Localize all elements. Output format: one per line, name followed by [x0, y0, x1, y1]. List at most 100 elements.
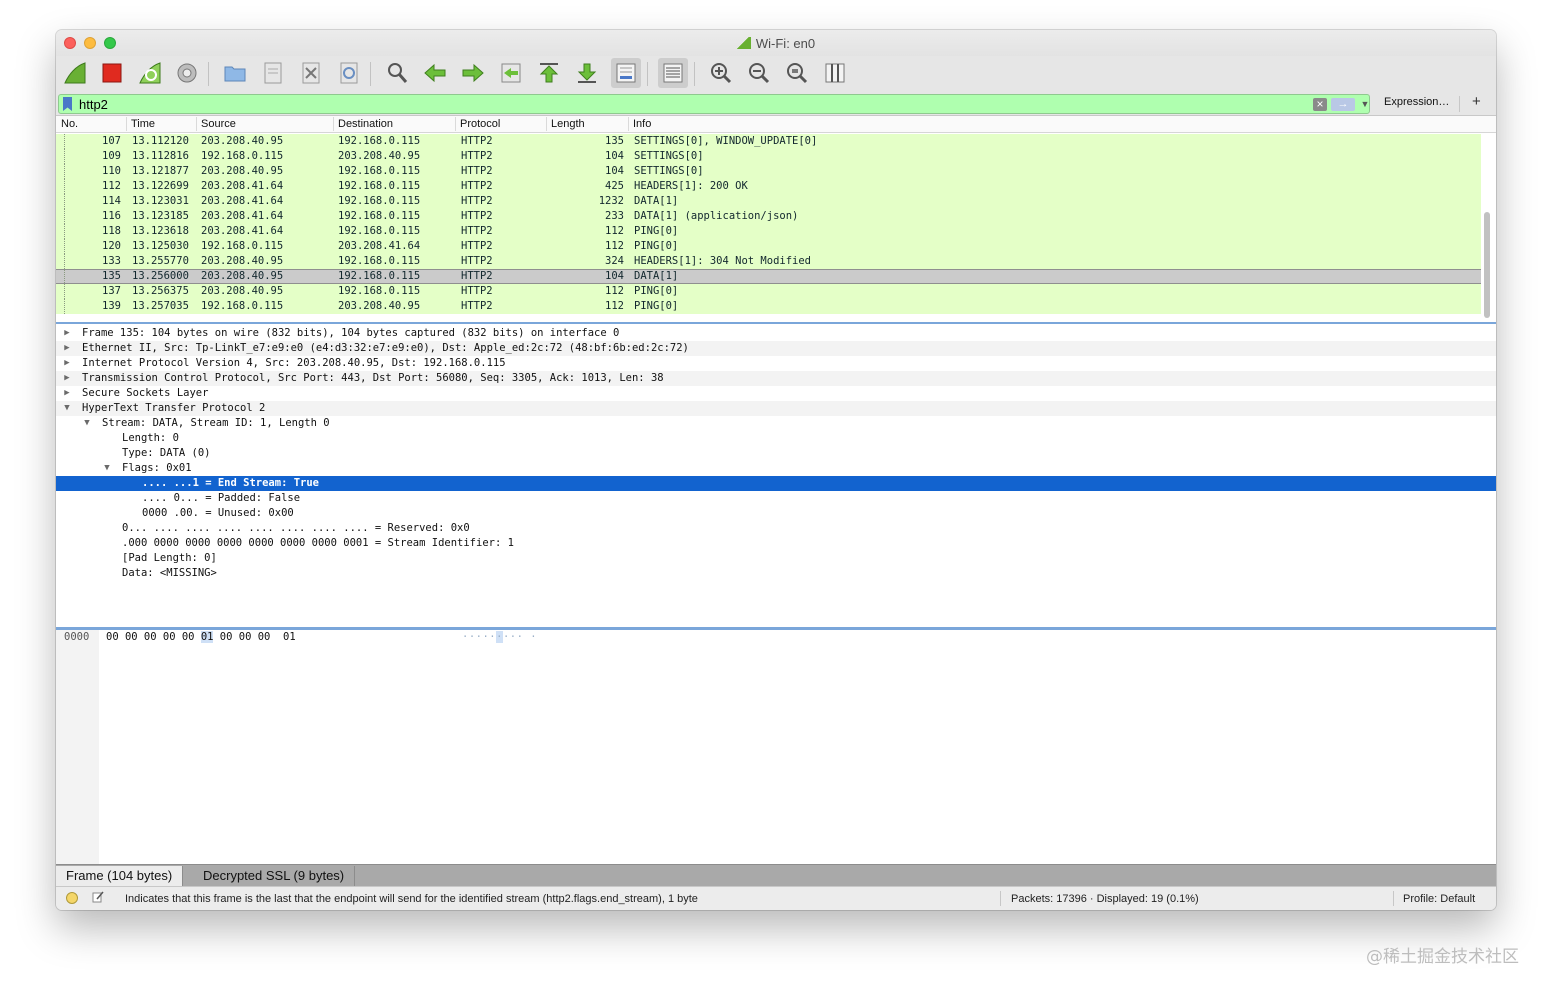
column-divider[interactable]: [126, 117, 127, 131]
tree-item-label: HyperText Transfer Protocol 2: [82, 402, 266, 414]
open-file-button[interactable]: [220, 58, 250, 88]
tree-item-unused[interactable]: 0000 .00. = Unused: 0x00: [56, 506, 1496, 521]
stop-capture-button[interactable]: [97, 58, 127, 88]
tree-item-pad-length[interactable]: [Pad Length: 0]: [56, 551, 1496, 566]
packet-row[interactable]: 109 13.112816 192.168.0.115 203.208.40.95 HT…: [56, 149, 1481, 164]
close-file-button[interactable]: [296, 58, 326, 88]
packet-cell-len: 425: [605, 180, 624, 192]
packet-list-scrollbar[interactable]: [1484, 212, 1490, 318]
tree-item-tcp[interactable]: ▶ Transmission Control Protocol, Src Port…: [56, 371, 1496, 386]
arrow-left-icon: [424, 63, 446, 83]
auto-scroll-button[interactable]: [611, 58, 641, 88]
tree-item-stream-identifier[interactable]: .000 0000 0000 0000 0000 0000 0000 0001 …: [56, 536, 1496, 551]
edit-comment-icon[interactable]: [92, 891, 104, 903]
expand-arrow-icon[interactable]: ▶: [61, 371, 73, 386]
go-to-packet-button[interactable]: [496, 58, 526, 88]
tree-item-frame[interactable]: ▶ Frame 135: 104 bytes on wire (832 bits)…: [56, 326, 1496, 341]
zoom-out-button[interactable]: [744, 58, 774, 88]
first-packet-button[interactable]: [534, 58, 564, 88]
hex-selected-byte: 01: [200, 631, 214, 643]
expert-info-icon[interactable]: [66, 892, 78, 904]
packet-row[interactable]: 112 13.122699 203.208.41.64 192.168.0.115 HT…: [56, 179, 1481, 194]
tree-item-reserved[interactable]: 0... .... .... .... .... .... .... .... …: [56, 521, 1496, 536]
display-filter-input[interactable]: [79, 96, 1279, 112]
collapse-arrow-icon[interactable]: ▼: [61, 401, 73, 416]
packet-cell-dst: 192.168.0.115: [338, 180, 421, 192]
tree-item-ip[interactable]: ▶ Internet Protocol Version 4, Src: 203.2…: [56, 356, 1496, 371]
packet-row[interactable]: 133 13.255770 203.208.40.95 192.168.0.115 HT…: [56, 254, 1481, 269]
column-header-destination[interactable]: Destination: [338, 118, 393, 130]
column-header-time[interactable]: Time: [131, 118, 155, 130]
tree-item-data[interactable]: Data: <MISSING>: [56, 566, 1496, 581]
go-back-button[interactable]: [420, 58, 450, 88]
conversation-line: [64, 284, 65, 299]
collapse-arrow-icon[interactable]: ▼: [101, 461, 113, 476]
packet-row[interactable]: 107 13.112120 203.208.40.95 192.168.0.115 HT…: [56, 134, 1481, 149]
column-header-length[interactable]: Length: [551, 118, 585, 130]
colorize-button[interactable]: [658, 58, 688, 88]
expand-arrow-icon[interactable]: ▶: [61, 386, 73, 401]
last-packet-button[interactable]: [572, 58, 602, 88]
column-divider[interactable]: [546, 117, 547, 131]
tree-item-length[interactable]: Length: 0: [56, 431, 1496, 446]
tree-item-padded[interactable]: .... 0... = Padded: False: [56, 491, 1496, 506]
packet-row[interactable]: 135 13.256000 203.208.40.95 192.168.0.115 HT…: [56, 269, 1481, 285]
apply-filter-icon[interactable]: →: [1331, 98, 1355, 111]
bookmark-icon[interactable]: [63, 97, 72, 111]
add-filter-button[interactable]: +: [1472, 93, 1481, 110]
expression-button[interactable]: Expression…: [1384, 96, 1449, 108]
packet-cell-no: 114: [102, 195, 121, 207]
hex-dump[interactable]: 00 00 00 00 00 01 00 00 00 01: [106, 630, 296, 644]
packet-row[interactable]: 118 13.123618 203.208.41.64 192.168.0.115 HT…: [56, 224, 1481, 239]
tree-item-http2[interactable]: ▼ HyperText Transfer Protocol 2: [56, 401, 1496, 416]
column-divider[interactable]: [628, 117, 629, 131]
tab-decrypted-ssl[interactable]: Decrypted SSL (9 bytes): [193, 866, 356, 886]
tree-item-ethernet[interactable]: ▶ Ethernet II, Src: Tp-LinkT_e7:e9:e0 (e4…: [56, 341, 1496, 356]
chevron-down-icon[interactable]: ▼: [1359, 96, 1371, 112]
start-capture-button[interactable]: [60, 58, 90, 88]
toolbar-separator: [370, 62, 371, 86]
packet-row[interactable]: 120 13.125030 192.168.0.115 203.208.41.64 HT…: [56, 239, 1481, 254]
stop-icon: [102, 63, 122, 83]
reload-file-button[interactable]: [334, 58, 364, 88]
tree-item-end-stream[interactable]: .... ...1 = End Stream: True: [56, 476, 1496, 491]
column-divider[interactable]: [196, 117, 197, 131]
packet-row[interactable]: 110 13.121877 203.208.40.95 192.168.0.115 HT…: [56, 164, 1481, 179]
normal-size-button[interactable]: [782, 58, 812, 88]
packet-cell-no: 135: [102, 270, 121, 282]
expand-arrow-icon[interactable]: ▶: [61, 326, 73, 341]
resize-columns-button[interactable]: [820, 58, 850, 88]
tree-item-type[interactable]: Type: DATA (0): [56, 446, 1496, 461]
save-file-button[interactable]: [258, 58, 288, 88]
column-divider[interactable]: [333, 117, 334, 131]
collapse-arrow-icon[interactable]: ▼: [81, 416, 93, 431]
ascii-dump[interactable]: ········· ·: [462, 630, 537, 644]
capture-options-button[interactable]: [172, 58, 202, 88]
column-header-info[interactable]: Info: [633, 118, 651, 130]
toolbar-separator: [694, 62, 695, 86]
packet-count: Packets: 17396 · Displayed: 19 (0.1%): [1011, 893, 1199, 905]
zoom-in-button[interactable]: [706, 58, 736, 88]
expand-arrow-icon[interactable]: ▶: [61, 341, 73, 356]
tree-item-flags[interactable]: ▼ Flags: 0x01: [56, 461, 1496, 476]
tree-item-ssl[interactable]: ▶ Secure Sockets Layer: [56, 386, 1496, 401]
column-header-no[interactable]: No.: [61, 118, 78, 130]
restart-capture-button[interactable]: [135, 58, 165, 88]
packet-cell-no: 107: [102, 135, 121, 147]
tree-item-stream[interactable]: ▼ Stream: DATA, Stream ID: 1, Length 0: [56, 416, 1496, 431]
column-header-source[interactable]: Source: [201, 118, 236, 130]
column-header-protocol[interactable]: Protocol: [460, 118, 500, 130]
tab-frame-bytes[interactable]: Frame (104 bytes): [56, 866, 184, 886]
packet-row[interactable]: 114 13.123031 203.208.41.64 192.168.0.115 HT…: [56, 194, 1481, 209]
packet-row[interactable]: 137 13.256375 203.208.40.95 192.168.0.115 HT…: [56, 284, 1481, 299]
clear-filter-icon[interactable]: ×: [1313, 98, 1327, 111]
go-forward-button[interactable]: [458, 58, 488, 88]
profile-label[interactable]: Profile: Default: [1403, 893, 1475, 905]
packet-row[interactable]: 139 13.257035 192.168.0.115 203.208.40.95 HT…: [56, 299, 1481, 314]
packet-cell-proto: HTTP2: [461, 195, 493, 207]
packet-row[interactable]: 116 13.123185 203.208.41.64 192.168.0.115 HT…: [56, 209, 1481, 224]
status-bar: Indicates that this frame is the last th…: [56, 886, 1496, 910]
column-divider[interactable]: [455, 117, 456, 131]
find-packet-button[interactable]: [382, 58, 412, 88]
expand-arrow-icon[interactable]: ▶: [61, 356, 73, 371]
